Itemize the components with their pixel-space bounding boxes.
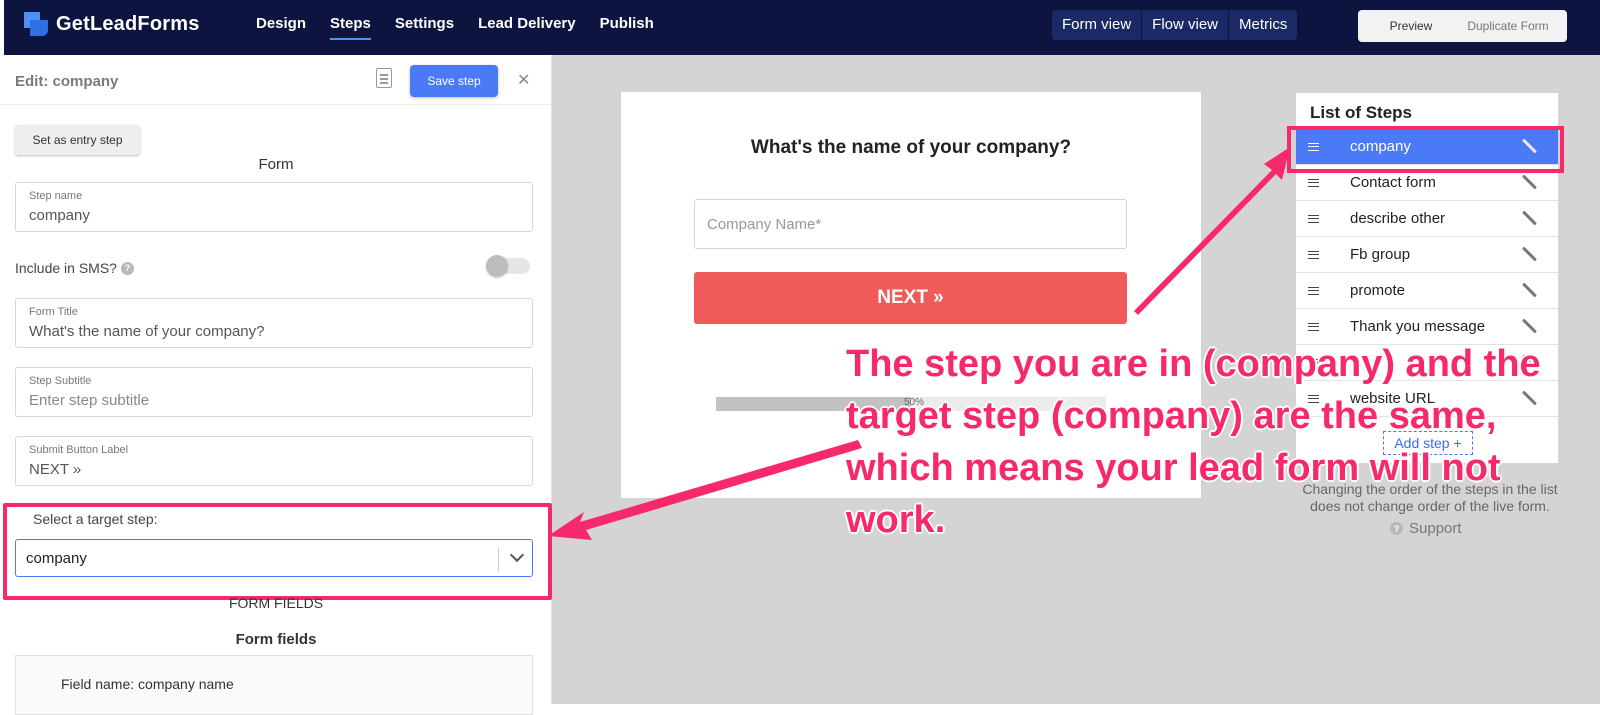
nav-steps[interactable]: Steps: [330, 15, 371, 40]
close-icon[interactable]: ✕: [517, 70, 530, 90]
step-name: Contact form: [1350, 174, 1436, 191]
include-sms-label: Include in SMS? ?: [15, 260, 134, 276]
drag-handle-icon[interactable]: [1308, 322, 1319, 331]
set-entry-step-button[interactable]: Set as entry step: [15, 125, 140, 155]
logo-icon: [24, 12, 48, 36]
drag-handle-icon[interactable]: [1308, 214, 1319, 223]
form-title-value[interactable]: What's the name of your company?: [29, 323, 264, 340]
include-sms-toggle[interactable]: [486, 255, 530, 277]
submit-label-label: Submit Button Label: [29, 444, 129, 456]
brand-logo[interactable]: GetLeadForms: [24, 12, 200, 36]
editor-title: Edit: company: [15, 73, 119, 90]
editor-header: Edit: company Save step ✕: [0, 55, 551, 105]
step-subtitle-label: Step Subtitle: [29, 375, 92, 387]
step-row[interactable]: describe other: [1296, 201, 1558, 237]
steps-list-title: List of Steps: [1310, 103, 1413, 122]
toggle-knob: [486, 255, 508, 277]
form-fields-caption: FORM FIELDS: [228, 595, 324, 611]
form-title-label: Form Title: [29, 306, 78, 318]
drag-handle-icon[interactable]: [1308, 286, 1319, 295]
step-name: describe other: [1350, 210, 1446, 227]
edit-pencil-icon[interactable]: [1522, 174, 1537, 190]
company-name-placeholder: Company Name*: [707, 216, 822, 233]
duplicate-form-button[interactable]: Duplicate Form: [1449, 10, 1567, 42]
step-name-field[interactable]: Step name company: [15, 182, 533, 232]
drag-handle-icon[interactable]: [1308, 178, 1319, 187]
warning-annotation: The step you are in (company) and the ta…: [846, 343, 1541, 541]
preview-question: What's the name of your company?: [750, 137, 1072, 158]
nav-publish[interactable]: Publish: [600, 15, 654, 40]
step-subtitle-placeholder[interactable]: Enter step subtitle: [29, 392, 149, 409]
edit-pencil-icon[interactable]: [1522, 246, 1537, 262]
step-row[interactable]: Fb group: [1296, 237, 1558, 273]
submit-label-value[interactable]: NEXT »: [29, 461, 81, 478]
step-row[interactable]: promote: [1296, 273, 1558, 309]
edit-pencil-icon[interactable]: [1522, 210, 1537, 226]
tab-form-view[interactable]: Form view: [1052, 10, 1143, 40]
help-icon[interactable]: ?: [120, 261, 134, 275]
view-tabs: Form view Flow view Metrics: [1052, 10, 1298, 40]
nav-design[interactable]: Design: [256, 15, 306, 40]
include-sms-text: Include in SMS?: [15, 260, 117, 276]
step-editor-panel: Edit: company Save step ✕ Set as entry s…: [0, 55, 552, 715]
form-section-label: Form: [258, 156, 294, 173]
step-name: promote: [1350, 282, 1406, 299]
next-button[interactable]: NEXT »: [694, 272, 1127, 324]
nav-lead-delivery[interactable]: Lead Delivery: [478, 15, 576, 40]
save-step-button[interactable]: Save step: [410, 65, 498, 97]
document-icon[interactable]: [376, 68, 392, 88]
edit-pencil-icon[interactable]: [1522, 282, 1537, 298]
step-name: Thank you message: [1350, 318, 1486, 335]
brand-name: GetLeadForms: [56, 12, 200, 35]
tab-metrics[interactable]: Metrics: [1229, 10, 1297, 40]
target-step-highlight: [3, 503, 552, 600]
form-field-card[interactable]: Field name: company name: [15, 655, 533, 715]
company-name-input[interactable]: Company Name*: [694, 199, 1127, 249]
tab-flow-view[interactable]: Flow view: [1142, 10, 1230, 40]
form-title-field[interactable]: Form Title What's the name of your compa…: [15, 298, 533, 348]
active-step-highlight: [1287, 126, 1564, 173]
step-name: Fb group: [1350, 246, 1411, 263]
edit-pencil-icon[interactable]: [1522, 318, 1537, 334]
main-nav: Design Steps Settings Lead Delivery Publ…: [256, 15, 654, 40]
drag-handle-icon[interactable]: [1308, 250, 1319, 259]
nav-settings[interactable]: Settings: [395, 15, 454, 40]
submit-label-field[interactable]: Submit Button Label NEXT »: [15, 436, 533, 486]
step-name-value[interactable]: company: [29, 207, 90, 224]
form-fields-heading: Form fields: [235, 631, 317, 648]
field-name-text: Field name: company name: [61, 676, 234, 692]
step-subtitle-field[interactable]: Step Subtitle Enter step subtitle: [15, 367, 533, 417]
step-name-label: Step name: [29, 190, 83, 202]
